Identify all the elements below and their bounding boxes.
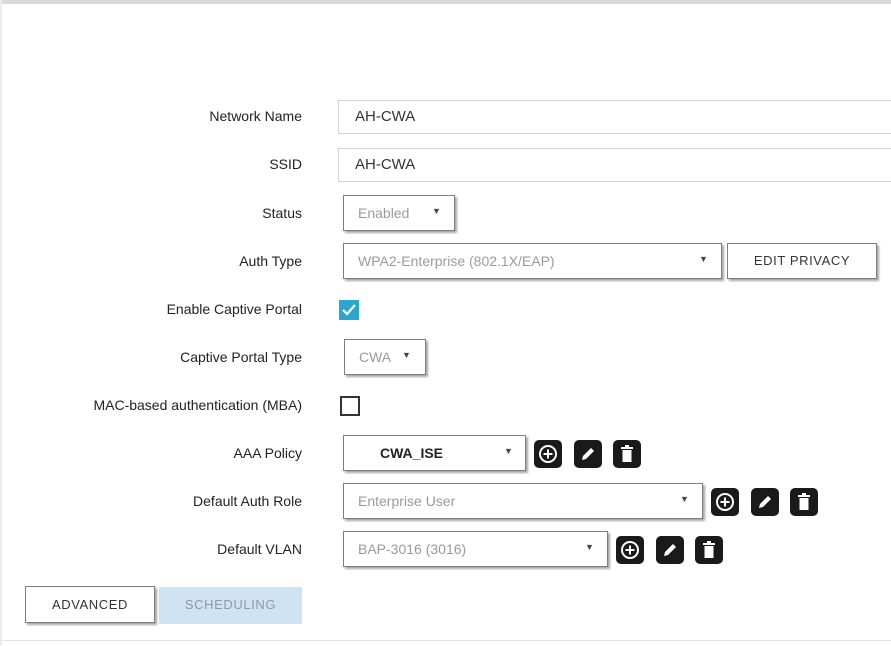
auth-role-edit-button[interactable]: [751, 488, 779, 516]
captive-portal-type-label: Captive Portal Type: [180, 349, 302, 365]
caret-down-icon: ▼: [402, 350, 411, 360]
edit-privacy-button[interactable]: EDIT PRIVACY: [727, 243, 877, 279]
bottom-border: [0, 640, 891, 641]
tab-scheduling[interactable]: SCHEDULING: [159, 587, 302, 624]
plus-circle-icon: [621, 541, 639, 559]
caret-down-icon: ▼: [585, 542, 594, 552]
trash-icon: [798, 493, 810, 510]
status-label: Status: [262, 205, 302, 221]
plus-circle-icon: [539, 445, 557, 463]
aaa-policy-edit-button[interactable]: [574, 440, 602, 468]
status-select[interactable]: Enabled ▼: [343, 195, 455, 231]
mba-label: MAC-based authentication (MBA): [93, 397, 302, 413]
captive-portal-checkbox[interactable]: [339, 300, 359, 320]
vlan-add-button[interactable]: [616, 536, 644, 564]
aaa-policy-label: AAA Policy: [233, 445, 302, 461]
tab-advanced[interactable]: ADVANCED: [25, 586, 155, 623]
auth-type-value: WPA2-Enterprise (802.1X/EAP): [358, 253, 555, 269]
status-value: Enabled: [358, 205, 410, 221]
default-auth-role-value: Enterprise User: [358, 493, 456, 509]
aaa-policy-select[interactable]: CWA_ISE ▼: [343, 435, 526, 471]
ssid-label: SSID: [269, 156, 302, 172]
mba-checkbox[interactable]: [340, 396, 360, 416]
trash-icon: [621, 445, 633, 462]
default-auth-role-select[interactable]: Enterprise User ▼: [343, 483, 703, 519]
checkmark-icon: [342, 304, 356, 316]
caret-down-icon: ▼: [432, 206, 441, 216]
caret-down-icon: ▼: [699, 254, 708, 264]
aaa-policy-add-button[interactable]: [534, 440, 562, 468]
caret-down-icon: ▼: [504, 446, 513, 456]
network-name-input[interactable]: AH-CWA: [338, 100, 891, 134]
captive-portal-type-select[interactable]: CWA ▼: [344, 339, 426, 375]
captive-portal-type-value: CWA: [359, 349, 392, 365]
pencil-icon: [664, 544, 676, 556]
vlan-delete-button[interactable]: [695, 536, 723, 564]
auth-role-delete-button[interactable]: [790, 488, 818, 516]
network-name-label: Network Name: [209, 108, 302, 124]
vlan-edit-button[interactable]: [656, 536, 684, 564]
trash-icon: [703, 541, 715, 558]
ssid-input[interactable]: AH-CWA: [338, 148, 891, 182]
default-auth-role-label: Default Auth Role: [193, 493, 302, 509]
left-border: [0, 0, 2, 646]
pencil-icon: [582, 448, 594, 460]
plus-circle-icon: [716, 493, 734, 511]
auth-type-label: Auth Type: [239, 253, 302, 269]
caret-down-icon: ▼: [680, 494, 689, 504]
pencil-icon: [759, 496, 771, 508]
default-vlan-select[interactable]: BAP-3016 (3016) ▼: [343, 531, 608, 567]
aaa-policy-value: CWA_ISE: [380, 445, 444, 461]
aaa-policy-delete-button[interactable]: [613, 440, 641, 468]
default-vlan-value: BAP-3016 (3016): [358, 541, 467, 557]
auth-type-select[interactable]: WPA2-Enterprise (802.1X/EAP) ▼: [343, 243, 722, 279]
auth-role-add-button[interactable]: [711, 488, 739, 516]
captive-portal-label: Enable Captive Portal: [166, 301, 302, 317]
top-border: [0, 0, 891, 4]
default-vlan-label: Default VLAN: [217, 541, 302, 557]
